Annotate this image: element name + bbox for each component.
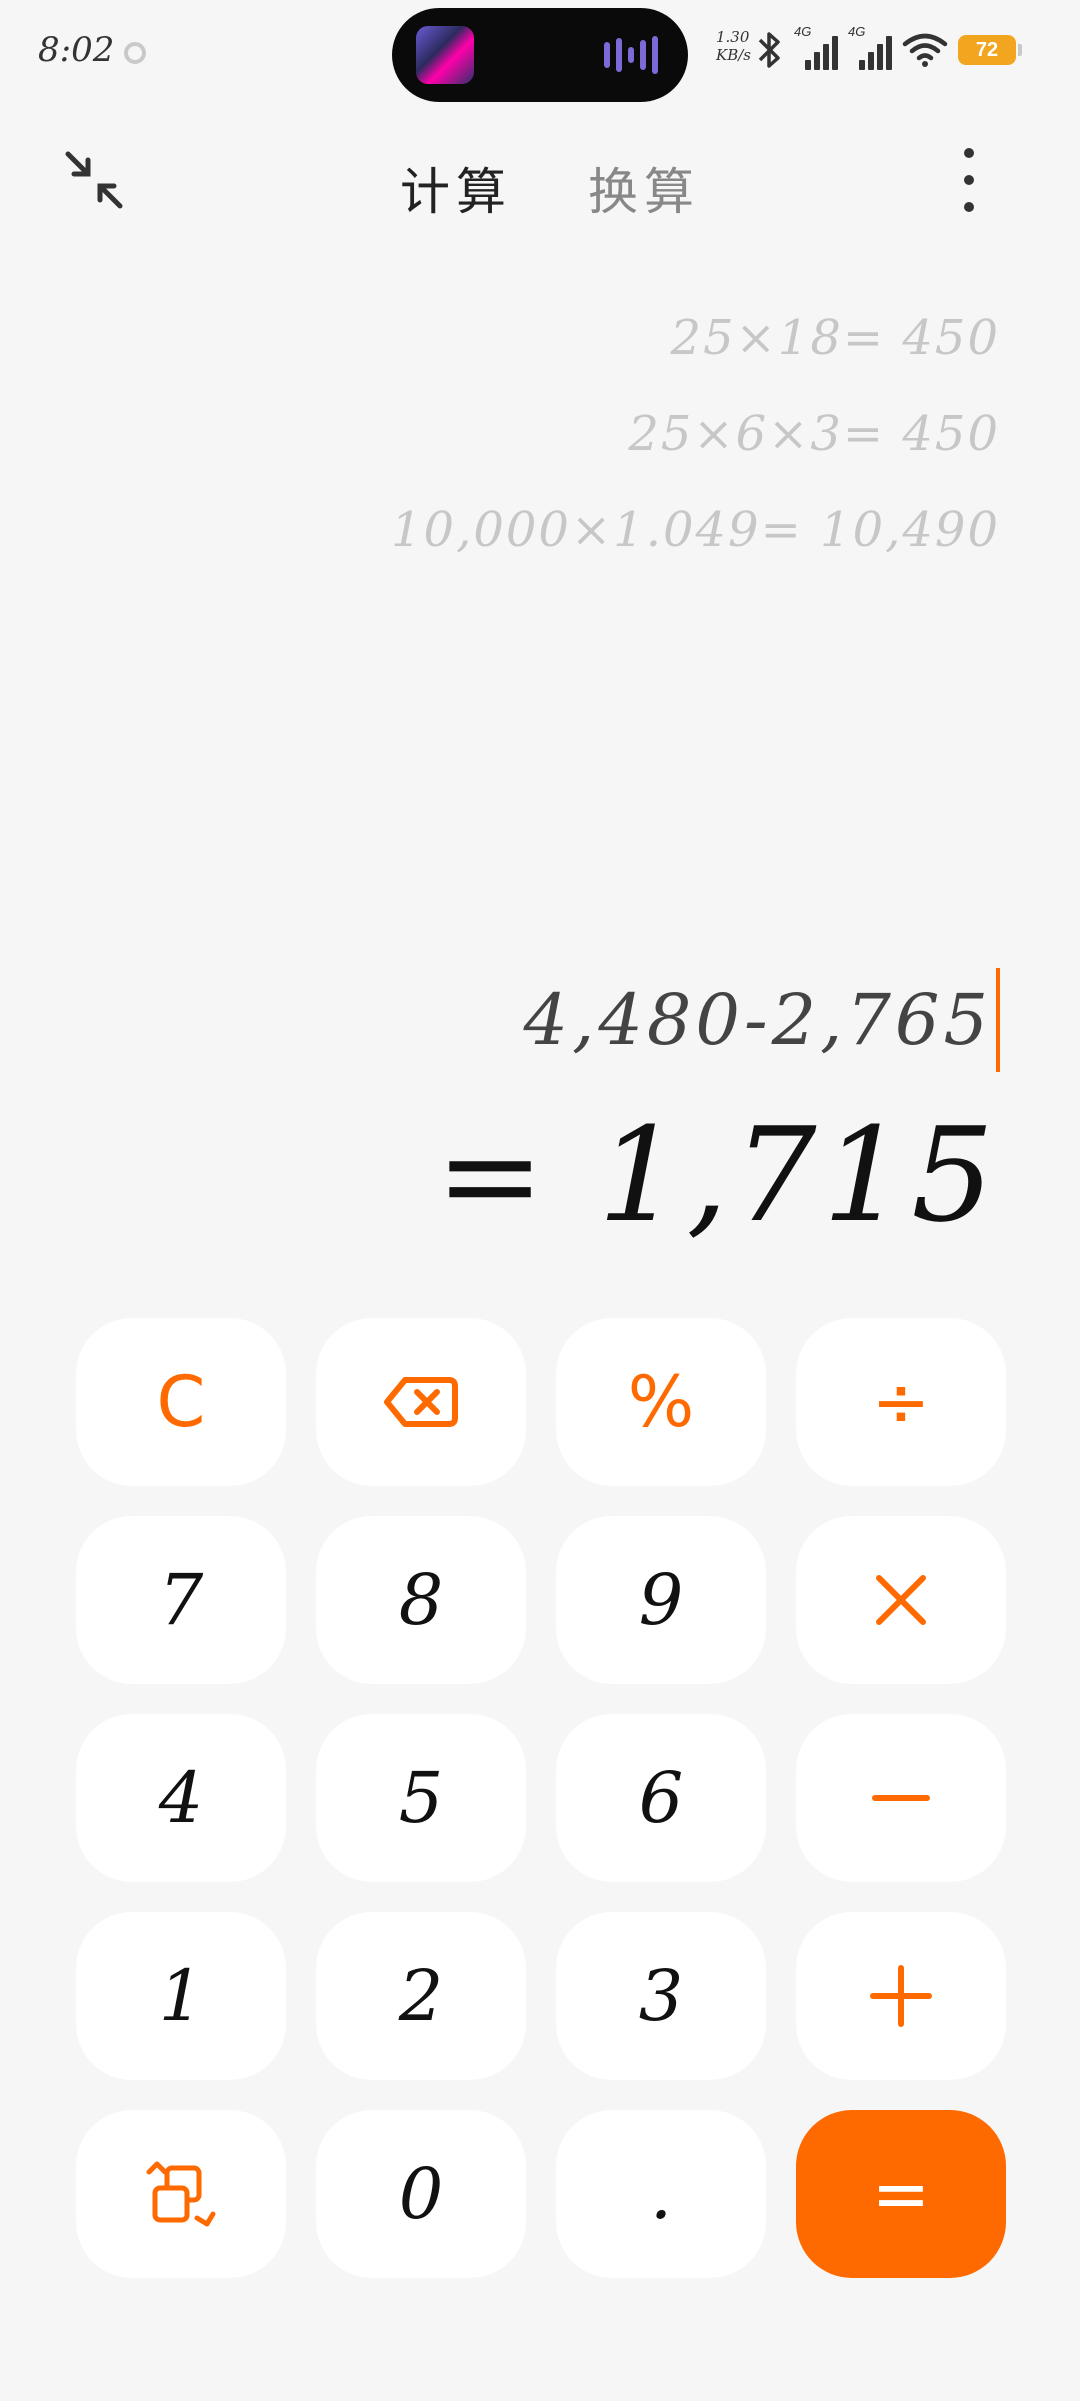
app-bar: 计算 换算 [0, 120, 1080, 240]
clear-button[interactable]: C [76, 1318, 286, 1486]
switch-mode-button[interactable] [76, 2110, 286, 2278]
more-dot-icon [964, 175, 974, 185]
screen-record-icon [124, 42, 146, 64]
audio-visualizer-icon [604, 36, 658, 74]
result-display: = 1,715 [435, 1099, 1000, 1251]
percent-button[interactable]: % [556, 1318, 766, 1486]
bluetooth-icon [758, 32, 780, 68]
expression-text: 4,480-2,765 [523, 979, 992, 1061]
subtract-button[interactable] [796, 1714, 1006, 1882]
digit-4-button[interactable]: 4 [76, 1714, 286, 1882]
more-dot-icon [964, 148, 974, 158]
digit-9-button[interactable]: 9 [556, 1516, 766, 1684]
collapse-arrows-icon [65, 151, 123, 209]
wifi-icon [902, 33, 948, 67]
tab-calculate[interactable]: 计算 [400, 152, 512, 224]
digit-2-button[interactable]: 2 [316, 1912, 526, 2080]
equals-button[interactable]: = [796, 2110, 1006, 2278]
backspace-icon [384, 1377, 458, 1427]
minus-icon [872, 1795, 930, 1801]
divide-button[interactable]: ÷ [796, 1318, 1006, 1486]
digit-1-button[interactable]: 1 [76, 1912, 286, 2080]
history-item[interactable]: 25×6×3= 450 [391, 386, 1000, 482]
network-speed: 1.30 KB/s [716, 28, 751, 64]
battery-icon: 72 [958, 35, 1022, 65]
keypad: C % ÷ 7 8 9 4 5 6 1 2 3 0 . = [76, 1318, 1006, 2278]
tab-convert[interactable]: 换算 [588, 152, 700, 224]
cellular-signal-icon-sim1: 4G [794, 24, 838, 72]
status-bar: 8:02 1.30 KB/s 4G 4G 72 [0, 0, 1080, 102]
calculation-history: 25×18= 450 25×6×3= 450 10,000×1.049= 10,… [391, 290, 1000, 578]
collapse-button[interactable] [54, 140, 134, 220]
multiply-button[interactable] [796, 1516, 1006, 1684]
calculator-screen: 8:02 1.30 KB/s 4G 4G 72 计算 换算 25×18= 450… [0, 0, 1080, 2401]
dynamic-island[interactable] [392, 8, 688, 102]
more-dot-icon [964, 202, 974, 212]
expression-display[interactable]: 4,480-2,765 [524, 968, 1000, 1072]
album-art [416, 26, 474, 84]
more-options-button[interactable] [944, 148, 994, 212]
add-button[interactable] [796, 1912, 1006, 2080]
cellular-signal-icon-sim2: 4G [848, 24, 892, 72]
backspace-button[interactable] [316, 1318, 526, 1486]
digit-3-button[interactable]: 3 [556, 1912, 766, 2080]
history-item[interactable]: 10,000×1.049= 10,490 [391, 482, 1000, 578]
decimal-point-button[interactable]: . [556, 2110, 766, 2278]
text-cursor [996, 968, 1000, 1072]
status-icons: 4G 4G 72 [756, 24, 1022, 72]
clock: 8:02 [38, 30, 115, 70]
mode-tabs: 计算 换算 [400, 152, 700, 224]
network-speed-value: 1.30 [716, 28, 750, 46]
multiply-icon [876, 1575, 926, 1625]
digit-5-button[interactable]: 5 [316, 1714, 526, 1882]
history-item[interactable]: 25×18= 450 [391, 290, 1000, 386]
digit-8-button[interactable]: 8 [316, 1516, 526, 1684]
digit-6-button[interactable]: 6 [556, 1714, 766, 1882]
plus-icon [870, 1965, 932, 2027]
switch-layout-icon [146, 2161, 216, 2227]
network-speed-unit: KB/s [716, 46, 751, 64]
digit-0-button[interactable]: 0 [316, 2110, 526, 2278]
digit-7-button[interactable]: 7 [76, 1516, 286, 1684]
